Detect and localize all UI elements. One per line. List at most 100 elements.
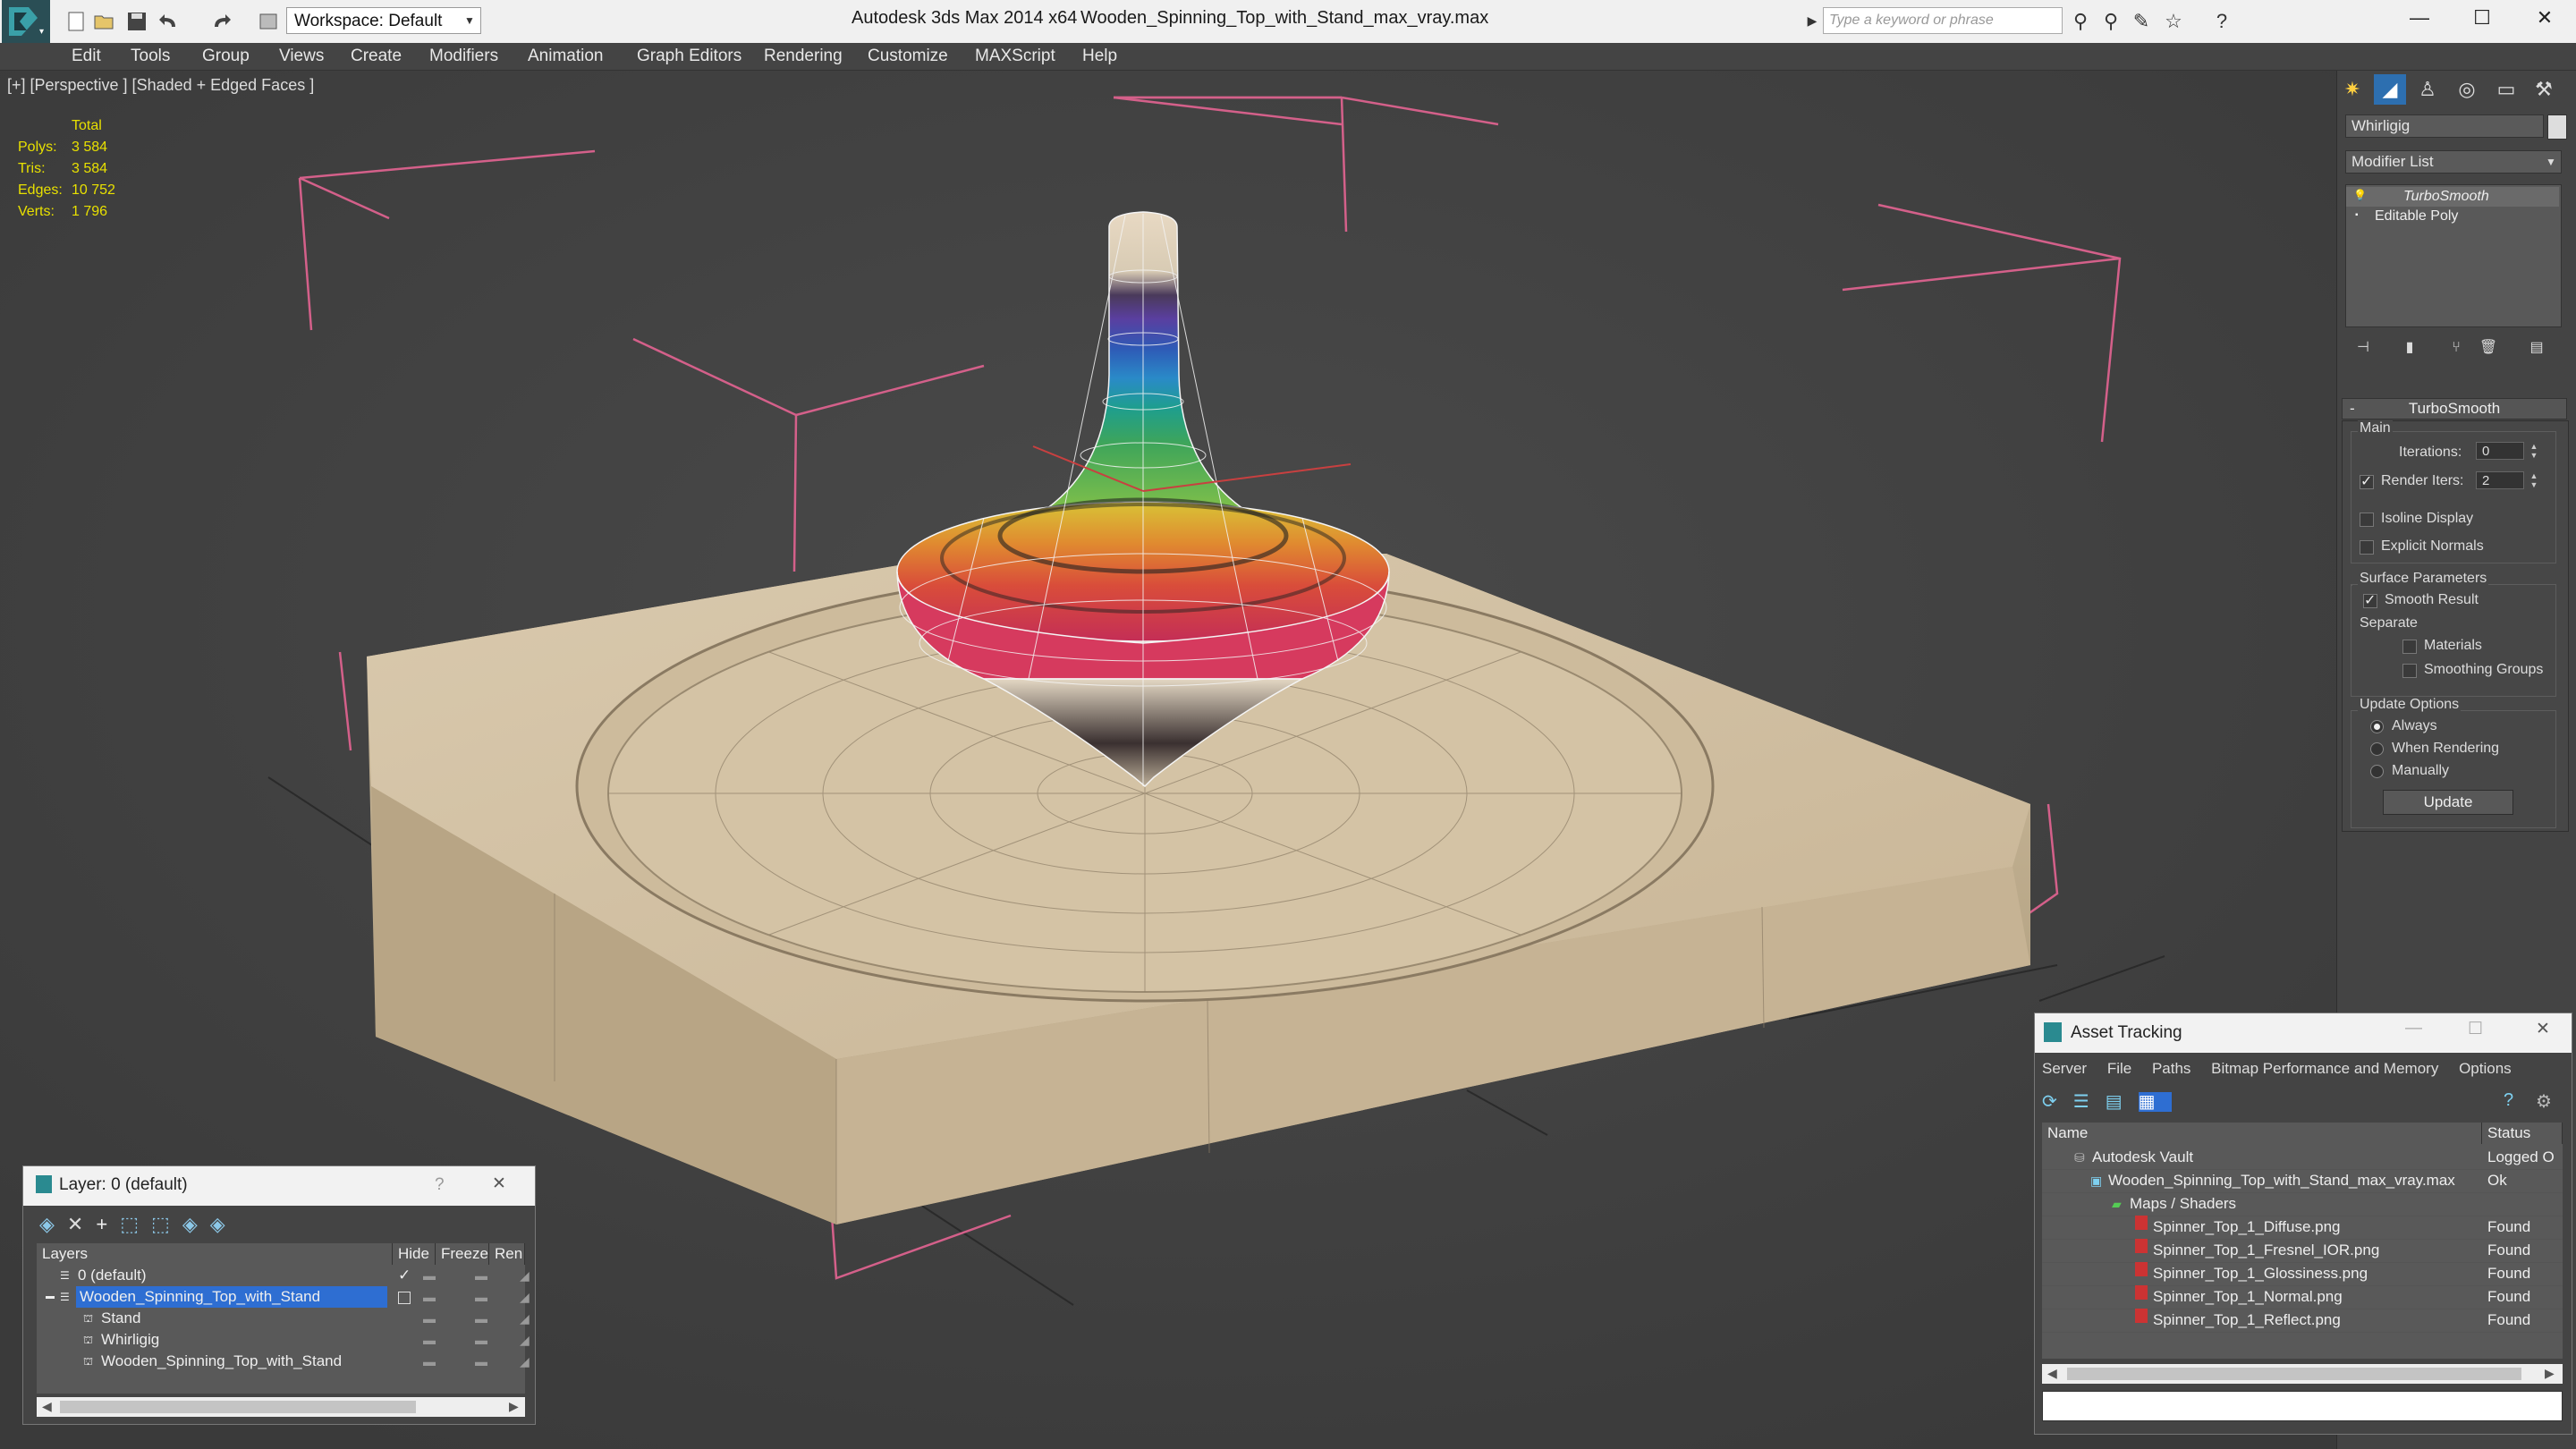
when-rendering-radio[interactable] [2370, 742, 2384, 756]
workspace-dropdown[interactable]: Workspace: Default [286, 7, 481, 34]
materials-checkbox[interactable] [2402, 640, 2417, 654]
configure-sets-icon[interactable]: ▤ [2521, 333, 2553, 363]
delete-icon[interactable]: ✕ [67, 1213, 96, 1235]
add-icon[interactable]: + [96, 1213, 120, 1235]
minimize-button[interactable]: — [2388, 0, 2451, 36]
isoline-display-checkbox[interactable] [2360, 513, 2374, 527]
stack-item-editable-poly[interactable]: Editable Poly [2375, 208, 2458, 225]
modifier-list-dropdown[interactable]: Modifier List [2345, 150, 2562, 174]
column-layers[interactable]: Layers [37, 1243, 393, 1265]
viewport-label[interactable]: [+] [Perspective ] [Shaded + Edged Faces… [7, 76, 314, 95]
menu-edit[interactable]: Edit [72, 43, 101, 70]
thumbnail-view-icon[interactable]: ▤ [2106, 1092, 2139, 1112]
menu-customize[interactable]: Customize [868, 43, 948, 70]
menu-graph-editors[interactable]: Graph Editors [637, 43, 741, 70]
show-end-result-icon[interactable]: ▮ [2394, 333, 2426, 363]
binoculars-icon[interactable]: ⚲ [2068, 9, 2093, 34]
chevron-down-icon[interactable]: ▼ [460, 7, 479, 34]
layer-row[interactable]: ▬ ☰ Wooden_Spinning_Top_with_Stand ▬ ▬ ◢ [37, 1286, 530, 1308]
table-view-icon[interactable]: ▦ [2138, 1092, 2172, 1112]
refresh-icon[interactable]: ⟳ [2042, 1092, 2073, 1112]
hide-all-icon[interactable]: ◈ [182, 1213, 210, 1235]
layer-row[interactable]: ⛫ Wooden_Spinning_Top_with_Stand ▬ ▬ ◢ [37, 1351, 530, 1372]
asset-row[interactable]: ⛁ Autodesk Vault Logged O [2042, 1146, 2563, 1170]
scroll-left-icon[interactable]: ◀ [2047, 1366, 2057, 1381]
render-toggle[interactable]: ◢ [520, 1351, 530, 1372]
manually-radio[interactable] [2370, 765, 2384, 778]
freeze-toggle[interactable]: ▬ [475, 1265, 487, 1286]
maximize-button[interactable]: ☐ [2468, 1019, 2483, 1039]
display-tab-icon[interactable]: ▭ [2490, 74, 2522, 105]
menu-maxscript[interactable]: MAXScript [975, 43, 1055, 70]
search-input[interactable]: Type a keyword or phrase [1823, 7, 2063, 34]
maximize-button[interactable]: ☐ [2451, 0, 2513, 36]
help-icon[interactable]: ? [2504, 1090, 2513, 1111]
hide-toggle[interactable]: ▬ [423, 1286, 436, 1308]
render-toggle[interactable]: ◢ [520, 1265, 530, 1286]
freeze-all-icon[interactable]: ◈ [210, 1213, 238, 1235]
subscription-icon[interactable]: ✎ [2129, 9, 2154, 34]
iterations-spinner[interactable]: 0 [2476, 442, 2524, 460]
asset-row[interactable]: ▣ Wooden_Spinning_Top_with_Stand_max_vra… [2042, 1169, 2563, 1193]
set-current-box[interactable] [398, 1292, 411, 1304]
dialog-titlebar[interactable]: Layer: 0 (default) ? ✕ [23, 1166, 535, 1206]
stack-item-turbosmooth[interactable]: TurboSmooth [2403, 189, 2489, 205]
layer-row[interactable]: ⛫ Whirligig ▬ ▬ ◢ [37, 1329, 530, 1351]
turbosmooth-rollout-header[interactable]: - TurboSmooth [2342, 398, 2567, 419]
scroll-thumb[interactable] [60, 1401, 416, 1413]
expand-plus-icon[interactable]: ▪ [2355, 210, 2359, 220]
expand-arrow-icon[interactable]: ▶ [1803, 7, 1821, 34]
settings-icon[interactable]: ⚙ [2536, 1090, 2552, 1113]
asset-row[interactable]: Spinner_Top_1_Normal.png Found [2042, 1285, 2563, 1309]
hide-toggle[interactable]: ▬ [423, 1329, 436, 1351]
menu-help[interactable]: Help [1082, 43, 1117, 70]
spinner-arrows-icon[interactable]: ▲ ▼ [2528, 471, 2540, 489]
object-name-field[interactable]: Whirligig [2345, 114, 2544, 138]
render-toggle[interactable]: ◢ [520, 1286, 530, 1308]
column-render[interactable]: Ren [489, 1243, 525, 1265]
open-file-icon[interactable] [93, 11, 116, 32]
redo-icon[interactable] [209, 11, 233, 32]
freeze-toggle[interactable]: ▬ [475, 1329, 487, 1351]
menu-paths[interactable]: Paths [2152, 1060, 2190, 1077]
save-icon[interactable] [125, 11, 148, 32]
app-logo-icon[interactable]: ▾ [2, 0, 50, 43]
smoothing-groups-checkbox[interactable] [2402, 664, 2417, 678]
menu-views[interactable]: Views [279, 43, 324, 70]
freeze-toggle[interactable]: ▬ [475, 1286, 487, 1308]
horizontal-scrollbar[interactable]: ◀ ▶ [37, 1397, 525, 1417]
list-view-icon[interactable]: ☰ [2073, 1092, 2106, 1112]
menu-options[interactable]: Options [2459, 1060, 2512, 1077]
utilities-tab-icon[interactable]: ⚒ [2528, 74, 2560, 105]
menu-file[interactable]: File [2107, 1060, 2131, 1077]
freeze-toggle[interactable]: ▬ [475, 1308, 487, 1329]
spinner-arrows-icon[interactable]: ▲ ▼ [2528, 442, 2540, 460]
column-hide[interactable]: Hide [393, 1243, 436, 1265]
render-toggle[interactable]: ◢ [520, 1308, 530, 1329]
menu-create[interactable]: Create [351, 43, 402, 70]
close-button[interactable]: ✕ [2536, 1019, 2550, 1039]
create-tab-icon[interactable]: ✷ [2336, 74, 2368, 105]
smooth-result-checkbox[interactable] [2363, 591, 2377, 609]
menu-bitmap-performance[interactable]: Bitmap Performance and Memory [2211, 1060, 2438, 1077]
expand-icon[interactable]: ▬ [46, 1286, 55, 1308]
menu-modifiers[interactable]: Modifiers [429, 43, 498, 70]
search-icon[interactable]: ⚲ [2098, 9, 2123, 34]
menu-group[interactable]: Group [202, 43, 250, 70]
menu-rendering[interactable]: Rendering [764, 43, 843, 70]
update-button[interactable]: Update [2383, 790, 2513, 815]
hide-toggle[interactable]: ▬ [423, 1308, 436, 1329]
hierarchy-tab-icon[interactable]: ♙ [2411, 74, 2444, 105]
asset-path-field[interactable] [2042, 1391, 2563, 1421]
highlight-icon[interactable]: ⬚ [151, 1213, 182, 1235]
scroll-thumb[interactable] [2067, 1368, 2521, 1380]
help-icon[interactable]: ? [2209, 9, 2234, 34]
column-name[interactable]: Name [2042, 1123, 2482, 1144]
render-iters-spinner[interactable]: 2 [2476, 471, 2524, 489]
always-radio[interactable] [2370, 720, 2384, 733]
lightbulb-icon[interactable]: 💡 [2353, 189, 2367, 201]
column-status[interactable]: Status [2482, 1123, 2563, 1144]
modify-tab-icon[interactable]: ◢ [2374, 74, 2406, 105]
close-icon[interactable]: ✕ [492, 1174, 506, 1194]
help-icon[interactable]: ? [435, 1175, 445, 1195]
